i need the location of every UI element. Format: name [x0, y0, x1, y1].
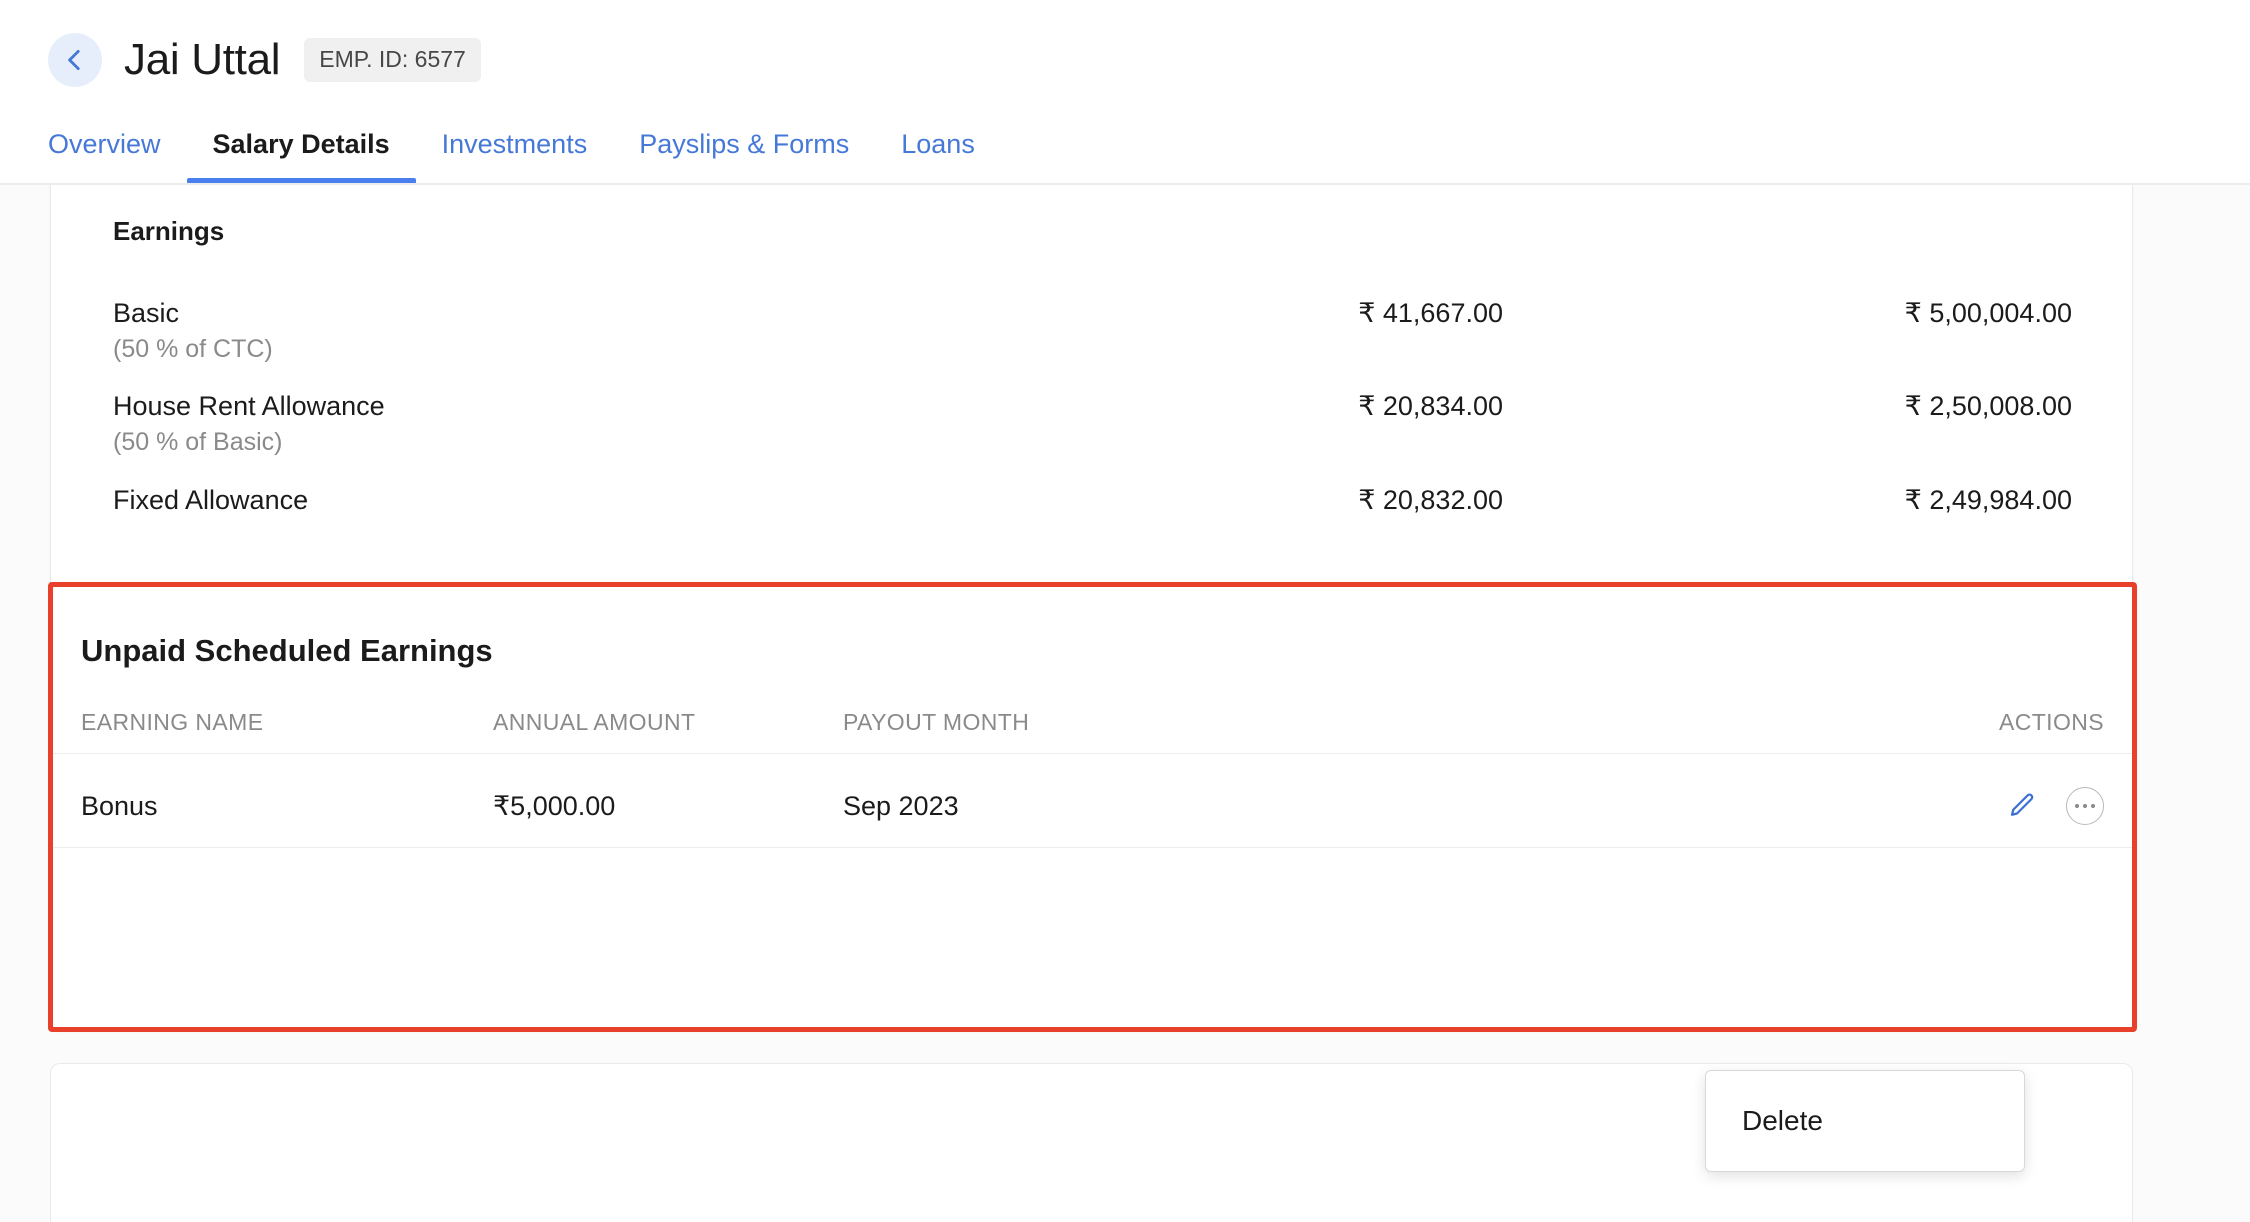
cell-actions: [1743, 787, 2104, 825]
earnings-row-house-rent-allowance: House Rent Allowance (50 % of Basic) ₹ 2…: [51, 391, 2132, 457]
dot: [2083, 804, 2087, 808]
tab-payslips-and-forms[interactable]: Payslips & Forms: [613, 131, 875, 184]
title-row: Jai Uttal EMP. ID: 6577: [48, 28, 481, 92]
earnings-row-fixed-allowance: Fixed Allowance ₹ 20,832.00 ₹ 2,49,984.0…: [51, 485, 2132, 515]
earnings-name: House Rent Allowance: [113, 391, 385, 421]
column-header-payout-month: PAYOUT MONTH: [843, 709, 1030, 735]
chevron-left-icon: [62, 47, 88, 73]
dot: [2091, 804, 2095, 808]
earnings-annual-amount: ₹ 5,00,004.00: [1904, 298, 2072, 328]
unpaid-scheduled-earnings-section: Unpaid Scheduled Earnings EARNING NAME A…: [48, 582, 2137, 1032]
pencil-icon[interactable]: [2004, 788, 2040, 824]
earnings-monthly-amount: ₹ 41,667.00: [1358, 298, 1503, 328]
page-title: Jai Uttal: [124, 35, 281, 84]
earnings-annual-amount: ₹ 2,50,008.00: [1904, 391, 2072, 421]
earnings-annual-amount: ₹ 2,49,984.00: [1904, 485, 2072, 515]
employee-id-badge: EMP. ID: 6577: [304, 38, 481, 82]
tab-loans[interactable]: Loans: [875, 131, 1001, 184]
earnings-name-cell: House Rent Allowance (50 % of Basic): [113, 391, 983, 457]
earnings-card-title: Earnings: [113, 216, 225, 246]
earnings-note: (50 % of Basic): [113, 428, 283, 457]
actions-dropdown-menu: Delete: [1705, 1070, 2025, 1172]
tab-investments[interactable]: Investments: [416, 131, 614, 184]
table-row-divider: [51, 847, 2134, 848]
cell-earning-name: Bonus: [81, 790, 158, 821]
earnings-name-cell: Basic (50 % of CTC): [113, 298, 983, 364]
earnings-note: (50 % of CTC): [113, 335, 273, 364]
column-header-actions: ACTIONS: [1998, 709, 2104, 735]
unpaid-scheduled-earnings-card: Unpaid Scheduled Earnings EARNING NAME A…: [50, 584, 2135, 1030]
table-row: Bonus ₹5,000.00 Sep 2023: [51, 765, 2134, 847]
earnings-row-basic: Basic (50 % of CTC) ₹ 41,667.00 ₹ 5,00,0…: [51, 298, 2132, 364]
column-header-earning-name: EARNING NAME: [81, 709, 264, 735]
tab-overview[interactable]: Overview: [48, 131, 187, 184]
cell-annual-amount: ₹5,000.00: [493, 790, 616, 821]
column-header-annual-amount: ANNUAL AMOUNT: [493, 709, 696, 735]
page-header: Jai Uttal EMP. ID: 6577 Overview Salary …: [0, 0, 2250, 185]
earnings-name: Fixed Allowance: [113, 485, 309, 515]
dot: [2075, 804, 2079, 808]
tab-bar: Overview Salary Details Investments Pays…: [48, 118, 1001, 184]
earnings-monthly-amount: ₹ 20,832.00: [1358, 485, 1503, 515]
earnings-name-cell: Fixed Allowance: [113, 485, 983, 515]
tab-salary-details[interactable]: Salary Details: [186, 131, 416, 184]
earnings-name: Basic: [113, 298, 180, 328]
back-button[interactable]: [48, 33, 102, 87]
more-options-icon[interactable]: [2066, 787, 2104, 825]
menu-item-delete[interactable]: Delete: [1706, 1089, 2024, 1153]
cell-payout-month: Sep 2023: [843, 790, 959, 821]
unpaid-scheduled-earnings-title: Unpaid Scheduled Earnings: [81, 633, 493, 668]
content-area: Earnings Basic (50 % of CTC) ₹ 41,667.00…: [0, 185, 2250, 1222]
earnings-monthly-amount: ₹ 20,834.00: [1358, 391, 1503, 421]
table-header-divider: [51, 753, 2134, 754]
unpaid-table-header: EARNING NAME ANNUAL AMOUNT PAYOUT MONTH …: [51, 709, 2134, 736]
actions-group: [1743, 787, 2104, 825]
